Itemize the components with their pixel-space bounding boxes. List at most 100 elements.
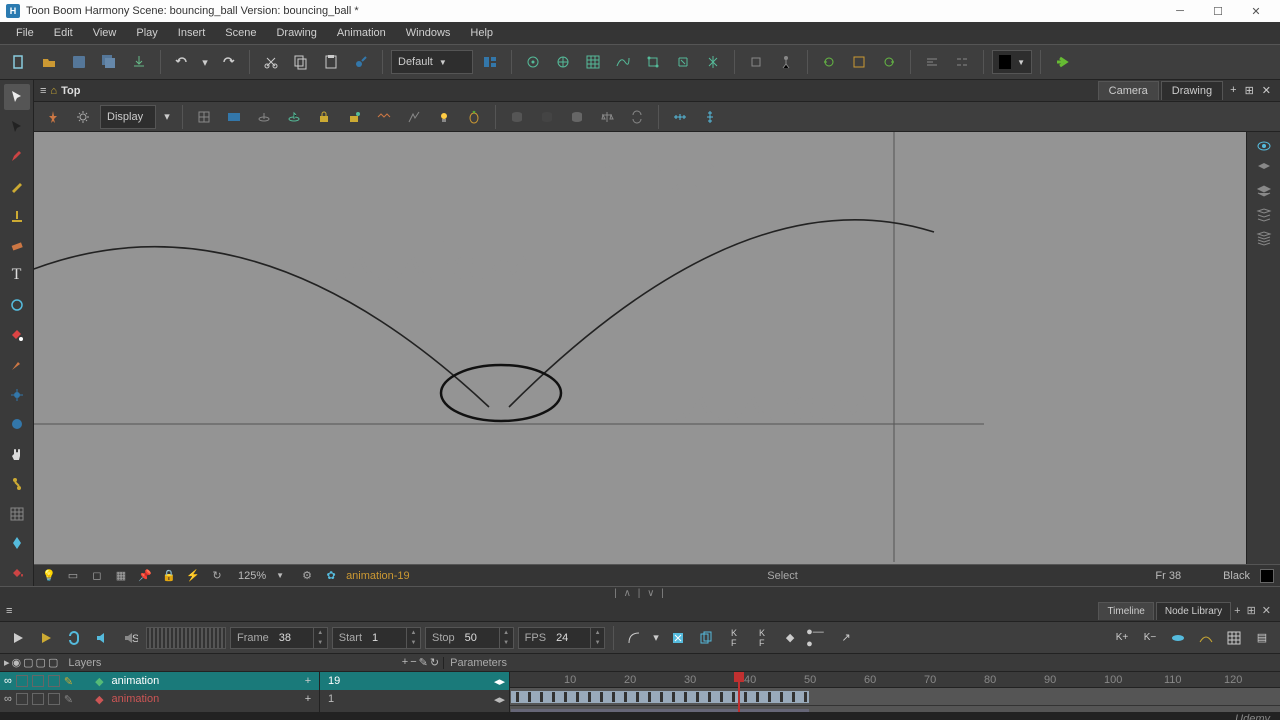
delete-key-button[interactable] [666, 626, 690, 650]
cutter-tool[interactable] [4, 352, 30, 378]
snap-point-button[interactable] [520, 49, 546, 75]
paste-button[interactable] [318, 49, 344, 75]
gear-status-icon[interactable]: ⚙ [298, 567, 316, 585]
gear-button[interactable] [70, 104, 96, 130]
rigging-tool[interactable] [4, 471, 30, 497]
start-input[interactable] [368, 632, 406, 644]
frame-input[interactable] [275, 632, 313, 644]
add-view-button[interactable]: + [1227, 84, 1239, 97]
frame-icon[interactable]: ◻ [88, 567, 106, 585]
copy-key-button[interactable] [694, 626, 718, 650]
onion-prev-button[interactable] [816, 49, 842, 75]
menu-file[interactable]: File [6, 23, 44, 43]
zoom-arrow[interactable]: ▼ [276, 571, 284, 580]
grid-tool[interactable] [4, 501, 30, 527]
maximize-button[interactable]: ☐ [1200, 0, 1236, 22]
layer-row-1[interactable]: ∞ ✎ ◆ animation + [0, 690, 319, 708]
monitor-icon[interactable]: ▭ [64, 567, 82, 585]
eraser-tool[interactable] [4, 233, 30, 259]
menu-drawing[interactable]: Drawing [266, 23, 326, 43]
save-button[interactable] [66, 49, 92, 75]
layer-row-0[interactable]: ∞ ✎ ◆ animation + [0, 672, 319, 690]
fps-input[interactable] [552, 632, 590, 644]
menu-scene[interactable]: Scene [215, 23, 266, 43]
grid-toggle[interactable] [191, 104, 217, 130]
lock-status-icon[interactable]: 🔒 [160, 567, 178, 585]
timeline-tab[interactable]: Timeline [1098, 602, 1153, 620]
select-tool[interactable] [4, 84, 30, 110]
layer-stack-4[interactable] [1256, 230, 1272, 249]
workspace-dropdown[interactable]: Default▼ [391, 50, 473, 74]
track-0[interactable] [510, 688, 1280, 706]
layer-add-0[interactable]: + [301, 675, 315, 687]
contour-button[interactable] [401, 104, 427, 130]
menu-animation[interactable]: Animation [327, 23, 396, 43]
layer-stack-2[interactable] [1256, 184, 1272, 203]
camera-viewport[interactable]: RRCG 人人素材 人人素材 [34, 132, 1246, 564]
node-button[interactable] [640, 49, 666, 75]
ease-button[interactable] [622, 626, 646, 650]
ellipse-tool[interactable] [4, 292, 30, 318]
remove-layer-button[interactable]: − [410, 656, 416, 669]
visibility-toggle[interactable] [1256, 138, 1272, 157]
timeline-add-view[interactable]: + [1231, 605, 1243, 617]
open-button[interactable] [36, 49, 62, 75]
stop-input[interactable] [461, 632, 499, 644]
stop-field[interactable]: Stop ▲▼ [425, 627, 514, 649]
close-view-button[interactable]: ✕ [1259, 84, 1274, 97]
menu-play[interactable]: Play [126, 23, 167, 43]
workspace-manage-button[interactable] [477, 49, 503, 75]
xsheet-button[interactable] [1222, 626, 1246, 650]
collapse-button[interactable]: ▤ [1250, 626, 1274, 650]
import-button[interactable] [126, 49, 152, 75]
k-minus-button[interactable]: K− [1138, 626, 1162, 650]
transform-tool[interactable] [4, 114, 30, 140]
close-button[interactable]: ✕ [1238, 0, 1274, 22]
param-row-1[interactable]: 1◂▸ [320, 690, 509, 708]
copy-button[interactable] [288, 49, 314, 75]
col-eye-icon[interactable]: ◉ [12, 656, 22, 669]
frame-field[interactable]: Frame ▲▼ [230, 627, 328, 649]
onion-next-button[interactable] [876, 49, 902, 75]
playhead[interactable] [738, 672, 740, 712]
add-drawing-button[interactable]: ✎ [419, 656, 428, 669]
color-dropdown[interactable]: ▼ [992, 50, 1032, 74]
curve-timeline-button[interactable] [1194, 626, 1218, 650]
onion-select-button[interactable] [846, 49, 872, 75]
play-selection-button[interactable] [34, 626, 58, 650]
timeline-split-view[interactable]: ⊞ [1244, 604, 1259, 617]
flower-icon[interactable]: ✿ [322, 567, 340, 585]
kf-plus-button[interactable]: KF [722, 626, 746, 650]
col-onion-icon[interactable]: ▢ [48, 656, 58, 669]
param-row-0[interactable]: 19◂▸ [320, 672, 509, 690]
camera-peg-button[interactable] [743, 49, 769, 75]
pencil-tool[interactable] [4, 173, 30, 199]
ease-arrow[interactable]: ▾ [650, 626, 662, 650]
display-dropdown-arrow[interactable]: ▾ [160, 104, 174, 130]
kf-minus-button[interactable]: KF [750, 626, 774, 650]
ruler-h-button[interactable] [667, 104, 693, 130]
bulb-icon[interactable]: 💡 [40, 567, 58, 585]
animate-mode-button[interactable] [348, 49, 374, 75]
pin-button[interactable] [40, 104, 66, 130]
cyl1-button[interactable] [504, 104, 530, 130]
cyl2-button[interactable] [534, 104, 560, 130]
bucket-tool[interactable] [4, 560, 30, 586]
sound-scrub-button[interactable]: S [118, 626, 142, 650]
menu-help[interactable]: Help [460, 23, 503, 43]
spline-button[interactable] [610, 49, 636, 75]
stop-motion-key-button[interactable]: ●—● [806, 626, 830, 650]
distribute-button[interactable] [949, 49, 975, 75]
proportion-button[interactable] [700, 49, 726, 75]
col-expand-icon[interactable]: ▸ [4, 656, 10, 669]
paint-tool[interactable] [4, 322, 30, 348]
ruler-v-button[interactable] [697, 104, 723, 130]
display-dropdown[interactable]: Display [100, 105, 156, 129]
node-library-tab[interactable]: Node Library [1156, 602, 1231, 620]
track-1[interactable] [510, 706, 1280, 712]
minimize-button[interactable]: ─ [1162, 0, 1198, 22]
fps-field[interactable]: FPS ▲▼ [518, 627, 605, 649]
refresh-icon[interactable]: ↻ [208, 567, 226, 585]
zoom-value[interactable]: 125% [238, 570, 266, 582]
kite-tool[interactable] [4, 530, 30, 556]
